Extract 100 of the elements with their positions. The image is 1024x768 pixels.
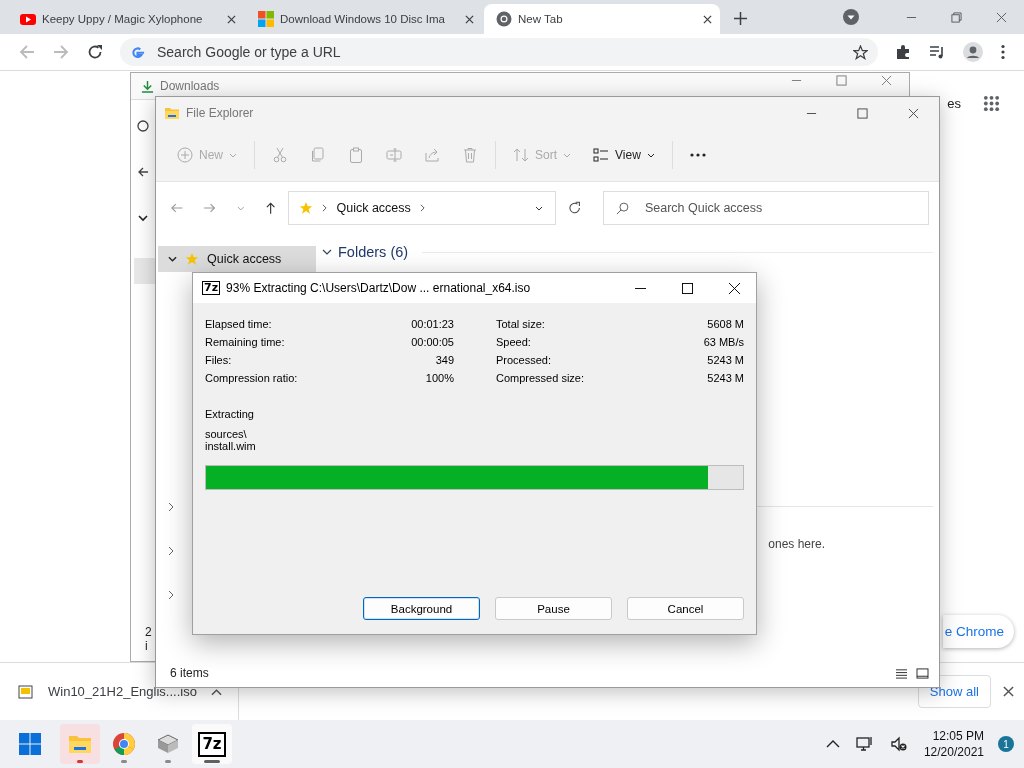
close-icon[interactable]: [1003, 686, 1014, 697]
close-icon[interactable]: [729, 282, 740, 294]
search-field[interactable]: Search Quick access: [602, 191, 929, 225]
speaker-muted-icon[interactable]: [889, 736, 908, 752]
tab-title: Keepy Uppy / Magic Xylophone: [42, 13, 204, 25]
reload-icon[interactable]: [87, 44, 103, 60]
star-icon: [299, 201, 314, 215]
monitor-icon[interactable]: [855, 736, 874, 752]
tab-search-icon[interactable]: [843, 9, 859, 25]
start-icon[interactable]: [18, 732, 42, 756]
stat-label: Processed:: [496, 353, 553, 367]
address-input[interactable]: Search Google or type a URL: [155, 43, 843, 61]
restore-icon[interactable]: [951, 12, 962, 23]
chevron-down-icon[interactable]: [137, 212, 149, 224]
scissors-icon: [272, 147, 288, 163]
browser-tab[interactable]: Keepy Uppy / Magic Xylophone: [8, 4, 244, 34]
apps-grid-icon[interactable]: [983, 95, 1000, 112]
address-field[interactable]: Quick access: [288, 191, 556, 225]
close-icon[interactable]: [227, 14, 236, 24]
browser-tab[interactable]: New Tab: [484, 4, 720, 34]
chevron-right-icon[interactable]: [168, 546, 174, 556]
chevron-down-icon: [646, 152, 655, 158]
window-title: 93% Extracting C:\Users\Dartz\Dow ... ernational_x64.iso: [226, 281, 531, 295]
address-bar[interactable]: Search Google or type a URL: [120, 38, 878, 66]
running-indicator: [121, 760, 127, 763]
section-header[interactable]: Folders (6): [338, 244, 409, 260]
close-icon[interactable]: [465, 14, 474, 24]
stat-value: 5608 M: [706, 317, 744, 331]
chevron-down-icon[interactable]: [322, 249, 332, 255]
window-title: File Explorer: [186, 106, 254, 120]
stat-value: 100%: [424, 371, 454, 385]
notification-badge[interactable]: 1: [998, 736, 1014, 752]
up-icon[interactable]: [264, 201, 278, 215]
app-logo: 7z: [198, 731, 226, 757]
taskbar-app[interactable]: [60, 724, 100, 764]
file-path: sources\: [205, 428, 248, 440]
tiles-view-icon[interactable]: [916, 667, 929, 679]
chevron-down-icon: [534, 205, 543, 211]
refresh-icon[interactable]: [567, 201, 581, 215]
clipboard-icon: [348, 147, 364, 163]
back-icon[interactable]: [137, 166, 149, 178]
customize-button[interactable]: e Chrome: [942, 615, 1014, 648]
taskbar-app[interactable]: 7z: [192, 724, 232, 764]
view-button[interactable]: View: [582, 141, 666, 169]
star-icon[interactable]: [853, 44, 868, 60]
clock[interactable]: 12:05 PM 12/20/2021: [923, 728, 984, 760]
disc-file-icon: [18, 683, 34, 700]
window-title: Downloads: [160, 79, 220, 93]
search-icon: [130, 44, 145, 60]
stat-label: Speed:: [496, 335, 532, 349]
status-text: 6 items: [170, 666, 209, 680]
dialog-button[interactable]: Cancel: [627, 597, 744, 620]
stat-label: Total size:: [496, 317, 546, 331]
chevron-right-icon: [322, 204, 328, 212]
chevron-right-icon[interactable]: [168, 502, 174, 512]
download-icon: [141, 79, 154, 93]
four-squares-icon: [258, 11, 274, 27]
more-icon: [689, 153, 706, 157]
chevron-down-icon: [229, 152, 237, 158]
menu-icon[interactable]: [1001, 44, 1005, 60]
running-indicator: [77, 760, 83, 763]
rename-icon: [386, 147, 402, 163]
plus-circle-icon: [177, 147, 193, 163]
stat-value: 5243 M: [706, 371, 744, 385]
caret-icon[interactable]: [210, 687, 222, 696]
new-tab-icon[interactable]: [734, 12, 747, 25]
chevron-down-icon: [168, 256, 177, 262]
search-input[interactable]: Search Quick access: [642, 200, 916, 216]
tab-title: New Tab: [518, 13, 564, 25]
running-indicator: [165, 760, 171, 763]
browser-tab[interactable]: Download Windows 10 Disc Ima: [246, 4, 482, 34]
dialog-button[interactable]: Pause: [495, 597, 612, 620]
chevron-down-icon: [563, 152, 572, 158]
stat-value: 00:00:05: [410, 335, 454, 349]
maximize-icon[interactable]: [682, 282, 693, 294]
sort-icon: [513, 147, 529, 163]
stat-label: Elapsed time:: [205, 317, 273, 331]
page-text: es: [947, 96, 961, 111]
media-queue-icon[interactable]: [929, 44, 945, 60]
share-icon: [424, 147, 440, 163]
dialog-button[interactable]: Background: [363, 597, 480, 620]
star-icon: [185, 252, 199, 266]
list-view-icon: [593, 147, 610, 163]
device-icon: [156, 732, 180, 756]
copy-icon: [310, 147, 326, 163]
nav-item[interactable]: Quick access: [158, 246, 316, 272]
details-view-icon[interactable]: [895, 667, 908, 679]
chevron-up-icon[interactable]: [825, 739, 840, 749]
hint-text: ones here.: [768, 537, 825, 551]
status-text: 2 i: [145, 625, 153, 653]
puzzle-icon[interactable]: [895, 44, 911, 60]
close-icon[interactable]: [908, 107, 919, 119]
stat-value: 63 MB/s: [702, 335, 744, 349]
stat-value: 00:01:23: [410, 317, 454, 331]
circle-logo-icon: [496, 11, 512, 27]
stat-label: Compression ratio:: [205, 371, 299, 385]
close-icon[interactable]: [703, 14, 712, 24]
stat-label: Compressed size:: [496, 371, 586, 385]
avatar-icon[interactable]: [963, 42, 983, 62]
chevron-right-icon[interactable]: [168, 590, 174, 600]
